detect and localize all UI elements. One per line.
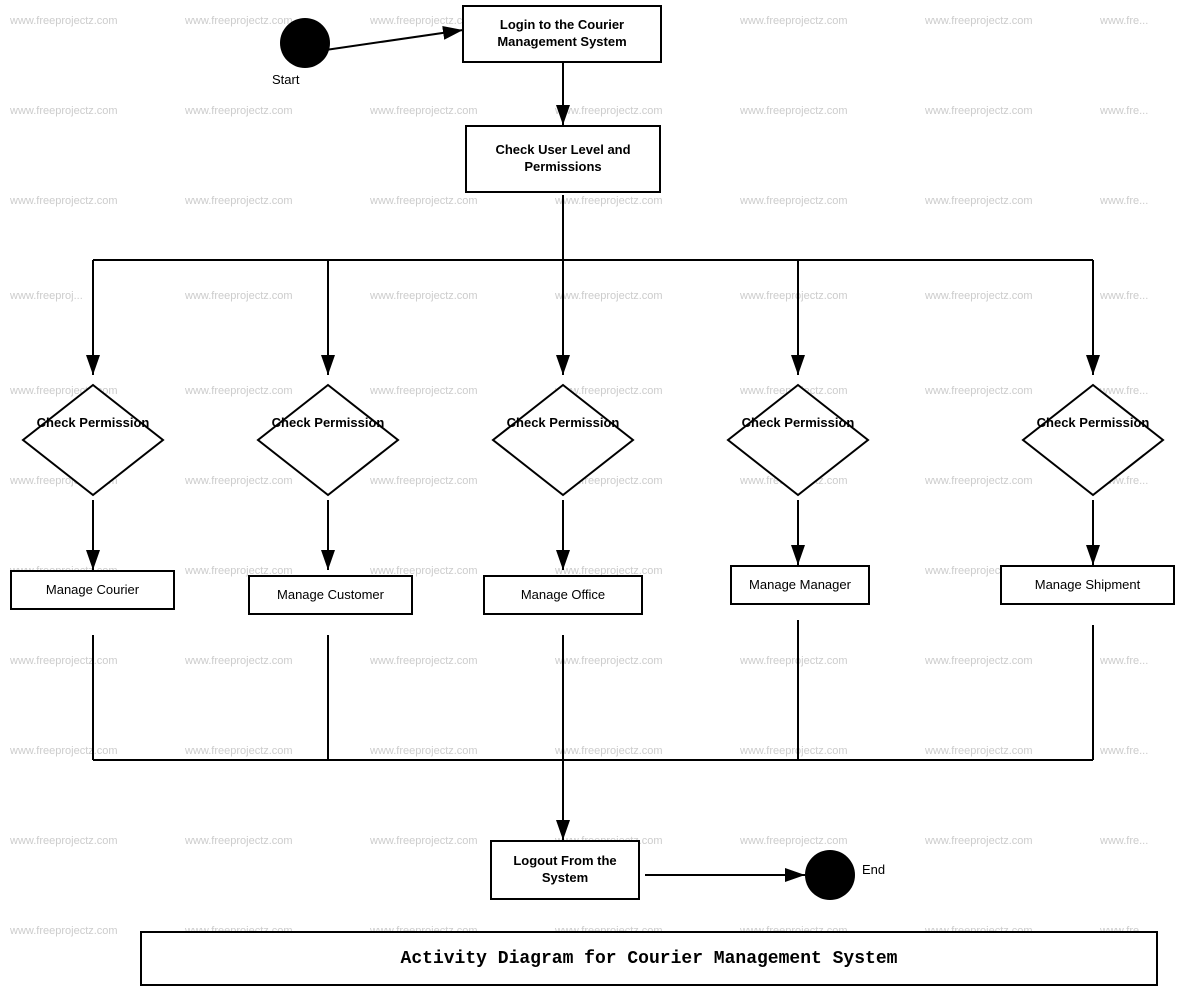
manage-office-box: Manage Office <box>483 575 643 615</box>
watermark: www.freeprojectz.com <box>925 195 1033 207</box>
manage-shipment-box: Manage Shipment <box>1000 565 1175 605</box>
start-label: Start <box>272 72 299 87</box>
watermark: www.freeprojectz.com <box>10 655 118 667</box>
watermark: www.freeprojectz.com <box>925 105 1033 117</box>
watermark: www.freeprojectz.com <box>925 15 1033 27</box>
watermark: www.freeprojectz.com <box>925 655 1033 667</box>
watermark: www.freeprojectz.com <box>370 290 478 302</box>
check-user-level-box: Check User Level and Permissions <box>465 125 661 193</box>
diagram-title-text: Activity Diagram for Courier Management … <box>401 949 898 969</box>
watermark: www.freeprojectz.com <box>740 15 848 27</box>
watermark: www.freeproj... <box>10 290 83 302</box>
manage-customer-label: Manage Customer <box>277 587 384 604</box>
watermark: www.freeprojectz.com <box>185 105 293 117</box>
watermark: www.freeprojectz.com <box>185 835 293 847</box>
watermark: www.freeprojectz.com <box>740 745 848 757</box>
watermark: www.freeprojectz.com <box>555 745 663 757</box>
watermark: www.freeprojectz.com <box>740 835 848 847</box>
watermark: www.freeprojectz.com <box>10 105 118 117</box>
diamond-1-container: Check Permission <box>18 380 168 500</box>
watermark: www.freeprojectz.com <box>10 925 118 937</box>
watermark: www.freeprojectz.com <box>925 835 1033 847</box>
watermark: www.freeprojectz.com <box>185 290 293 302</box>
watermark: www.freeprojectz.com <box>555 195 663 207</box>
diamond-3-label: Check Permission <box>488 415 638 432</box>
watermark: www.freeprojectz.com <box>185 655 293 667</box>
login-box: Login to the Courier Management System <box>462 5 662 63</box>
manage-office-label: Manage Office <box>521 587 605 604</box>
watermark: www.freeprojectz.com <box>740 290 848 302</box>
watermark: www.freeprojectz.com <box>370 745 478 757</box>
watermark: www.fre... <box>1100 15 1148 27</box>
manage-manager-label: Manage Manager <box>749 577 851 594</box>
watermark: www.freeprojectz.com <box>555 655 663 667</box>
watermark: www.fre... <box>1100 105 1148 117</box>
manage-shipment-label: Manage Shipment <box>1035 577 1141 594</box>
login-label: Login to the Courier Management System <box>464 17 660 51</box>
diamond-5-container: Check Permission <box>1018 380 1168 500</box>
end-label: End <box>862 862 885 877</box>
watermark: www.fre... <box>1100 745 1148 757</box>
watermark: www.fre... <box>1100 655 1148 667</box>
watermark: www.fre... <box>1100 195 1148 207</box>
watermark: www.freeprojectz.com <box>370 195 478 207</box>
diamond-4-label: Check Permission <box>723 415 873 432</box>
watermark: www.freeprojectz.com <box>370 105 478 117</box>
watermark: www.freeprojectz.com <box>740 105 848 117</box>
logout-label: Logout From the System <box>492 853 638 887</box>
watermark: www.freeprojectz.com <box>10 835 118 847</box>
watermark: www.fre... <box>1100 835 1148 847</box>
watermark: www.freeprojectz.com <box>555 290 663 302</box>
diamond-4-svg <box>723 380 873 500</box>
watermark: www.freeprojectz.com <box>925 745 1033 757</box>
diamond-2-svg <box>253 380 403 500</box>
watermark: www.freeprojectz.com <box>555 105 663 117</box>
watermark: www.freeprojectz.com <box>185 745 293 757</box>
diamond-2-container: Check Permission <box>253 380 403 500</box>
watermark: www.freeprojectz.com <box>10 745 118 757</box>
manage-manager-box: Manage Manager <box>730 565 870 605</box>
diamond-2-label: Check Permission <box>253 415 403 432</box>
watermark: www.freeprojectz.com <box>925 290 1033 302</box>
manage-courier-box: Manage Courier <box>10 570 175 610</box>
diagram-title: Activity Diagram for Courier Management … <box>140 931 1158 986</box>
watermark: www.freeprojectz.com <box>740 655 848 667</box>
watermark: www.fre... <box>1100 290 1148 302</box>
watermark: www.freeprojectz.com <box>370 655 478 667</box>
watermark: www.freeprojectz.com <box>10 15 118 27</box>
diamond-5-svg <box>1018 380 1168 500</box>
manage-courier-label: Manage Courier <box>46 582 139 599</box>
watermark: www.freeprojectz.com <box>925 475 1033 487</box>
diamond-1-svg <box>18 380 168 500</box>
manage-customer-box: Manage Customer <box>248 575 413 615</box>
watermark: www.freeprojectz.com <box>185 15 293 27</box>
end-circle <box>805 850 855 900</box>
check-user-level-label: Check User Level and Permissions <box>467 142 659 176</box>
diamond-1-label: Check Permission <box>18 415 168 432</box>
diamond-3-container: Check Permission <box>488 380 638 500</box>
watermark: www.freeprojectz.com <box>185 195 293 207</box>
diamond-5-label: Check Permission <box>1018 415 1168 432</box>
watermark: www.freeprojectz.com <box>10 195 118 207</box>
start-circle <box>280 18 330 68</box>
diamond-3-svg <box>488 380 638 500</box>
diamond-4-container: Check Permission <box>723 380 873 500</box>
logout-box: Logout From the System <box>490 840 640 900</box>
watermark: www.freeprojectz.com <box>925 385 1033 397</box>
watermark: www.freeprojectz.com <box>370 835 478 847</box>
watermark: www.freeprojectz.com <box>740 195 848 207</box>
